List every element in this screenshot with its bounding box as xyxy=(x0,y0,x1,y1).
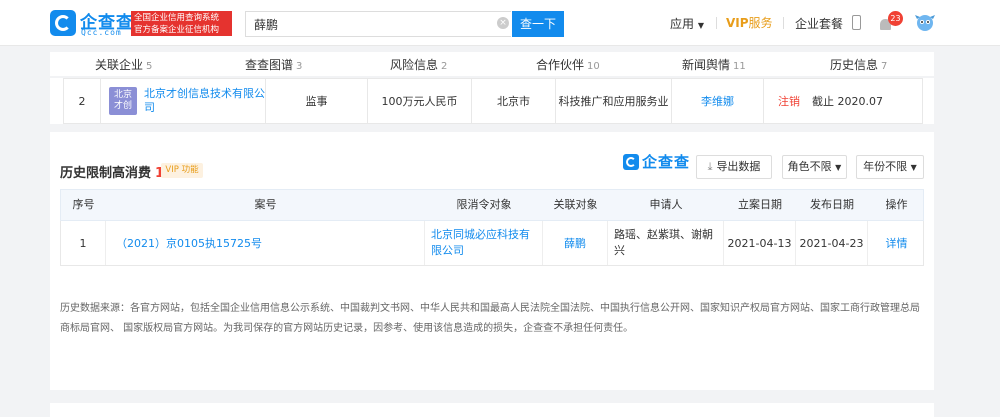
case-no-link[interactable]: （2021）京0105执15725号 xyxy=(106,221,425,265)
status-cell: 注销 截止 2020.07 xyxy=(764,79,924,123)
search-input[interactable] xyxy=(254,17,474,31)
section-title: 历史限制高消费 1 xyxy=(60,162,164,181)
company-cell: 北京 才创 北京才创信息技术有限公司 xyxy=(101,79,266,123)
role-filter-dropdown[interactable]: 角色不限 ▼ xyxy=(782,155,847,179)
industry-cell: 科技推广和应用服务业 xyxy=(556,79,672,123)
applicant-cell: 路瑶、赵紫琪、谢朝兴 xyxy=(608,221,724,265)
th-case-no: 案号 xyxy=(254,198,277,211)
person-link[interactable]: 李维娜 xyxy=(672,79,764,123)
brand-domain: Qcc.com xyxy=(81,28,122,37)
export-label: 导出数据 xyxy=(716,160,761,173)
tab-count: 2 xyxy=(441,61,448,72)
company-logo-text: 北京 xyxy=(113,90,132,100)
vip-feature-badge: VIP 功能 xyxy=(161,163,203,178)
related-cell: 薛鹏 xyxy=(543,221,608,265)
th-published-date: 发布日期 xyxy=(810,198,854,211)
th-index: 序号 xyxy=(72,198,95,211)
region-cell: 北京市 xyxy=(472,79,556,123)
nav-enterprise-plan[interactable]: 企业套餐 xyxy=(795,15,843,32)
tab-label: 风险信息 xyxy=(390,58,439,72)
year-filter-label: 年份不限 xyxy=(863,160,908,173)
row-index: 2 xyxy=(64,79,101,123)
chevron-down-icon: ▼ xyxy=(835,163,842,172)
nav-divider xyxy=(783,17,784,29)
detail-cell: 详情 xyxy=(868,221,925,265)
clear-icon[interactable]: × xyxy=(497,17,509,29)
until-date: 截止 2020.07 xyxy=(812,95,883,108)
top-header: 企查查 Qcc.com 全国企业信用查询系统 官方备案企业征信机构 × 查一下 … xyxy=(0,0,1000,46)
table-row: 1 （2021）京0105执15725号 北京同城必应科技有限公司 薛鹏 路瑶、… xyxy=(60,221,924,266)
qcc-logo-icon[interactable] xyxy=(50,10,76,36)
company-logo-text: 才创 xyxy=(113,101,132,111)
search-box xyxy=(245,11,511,37)
status-badge: 注销 xyxy=(778,95,800,108)
credit-tag-line1: 全国企业信用查询系统 xyxy=(134,13,220,23)
company-link[interactable]: 北京才创信息技术有限公司 xyxy=(144,87,265,115)
credit-tag-line2: 官方备案企业征信机构 xyxy=(134,25,220,35)
year-filter-dropdown[interactable]: 年份不限 ▼ xyxy=(856,155,924,179)
tab-count: 10 xyxy=(587,61,600,72)
tab-label: 关联企业 xyxy=(95,58,144,72)
tab-history[interactable]: 历史信息 7 xyxy=(830,56,887,73)
applicant-text: 路瑶、赵紫琪、谢朝兴 xyxy=(614,228,713,257)
table-row: 2 北京 才创 北京才创信息技术有限公司 监事 100万元人民币 北京市 科技推广… xyxy=(63,78,923,124)
tab-news[interactable]: 新闻舆情 11 xyxy=(682,56,746,73)
capital-cell: 100万元人民币 xyxy=(368,79,472,123)
nav-divider xyxy=(716,17,717,29)
tab-graph[interactable]: 查查图谱 3 xyxy=(245,56,302,73)
vip-label: VIP xyxy=(726,16,749,30)
credit-tag: 全国企业信用查询系统 官方备案企业征信机构 xyxy=(131,11,232,36)
th-target: 限消令对象 xyxy=(456,198,512,211)
th-applicant: 申请人 xyxy=(649,198,683,211)
phone-icon[interactable] xyxy=(852,15,861,30)
vip-suffix: 服务 xyxy=(748,16,773,30)
target-company-link[interactable]: 北京同城必应科技有限公司 xyxy=(425,227,542,259)
tab-count: 5 xyxy=(146,61,153,72)
th-filed-date: 立案日期 xyxy=(738,198,782,211)
table-header: 序号 案号 限消令对象 关联对象 申请人 立案日期 发布日期 操作 xyxy=(60,189,924,221)
restriction-card: 历史限制高消费 1 VIP 功能 企查查 ⤓ 导出数据 角色不限 ▼ 年份不限 ▼ … xyxy=(50,132,934,390)
chevron-down-icon: ▼ xyxy=(697,21,704,30)
related-person-link[interactable]: 薛鹏 xyxy=(564,235,586,251)
company-logo: 北京 才创 xyxy=(109,87,137,115)
chevron-down-icon: ▼ xyxy=(910,163,917,172)
download-icon: ⤓ xyxy=(707,160,713,173)
tab-risk[interactable]: 风险信息 2 xyxy=(390,56,447,73)
tab-related-companies[interactable]: 关联企业 5 xyxy=(95,56,152,73)
notification-badge: 23 xyxy=(888,11,903,26)
mini-brand: 企查查 xyxy=(642,153,691,171)
tab-count: 11 xyxy=(733,61,746,72)
detail-link[interactable]: 详情 xyxy=(886,235,908,251)
row-index: 1 xyxy=(61,221,106,265)
filed-date: 2021-04-13 xyxy=(724,221,796,265)
tab-label: 查查图谱 xyxy=(245,58,294,72)
tab-label: 新闻舆情 xyxy=(682,58,731,72)
nav-app-label: 应用 xyxy=(670,17,695,31)
role-filter-label: 角色不限 xyxy=(787,160,832,173)
tab-count: 7 xyxy=(881,61,888,72)
th-action: 操作 xyxy=(885,198,908,211)
th-related: 关联对象 xyxy=(553,198,598,211)
tab-label: 合作伙伴 xyxy=(536,58,585,72)
tab-partners[interactable]: 合作伙伴 10 xyxy=(536,56,600,73)
next-section-card xyxy=(50,403,934,417)
search-button[interactable]: 查一下 xyxy=(512,11,564,37)
tab-label: 历史信息 xyxy=(830,58,879,72)
nav-vip-service[interactable]: VIP服务 xyxy=(726,14,773,31)
tab-count: 3 xyxy=(296,61,303,72)
section-title-text: 历史限制高消费 xyxy=(60,166,152,181)
qcc-mini-logo-icon xyxy=(623,154,639,170)
role-cell: 监事 xyxy=(266,79,368,123)
avatar[interactable] xyxy=(914,13,936,33)
data-source-note: 历史数据来源：各官方网站，包括全国企业信用信息公示系统、中国裁判文书网、中华人民… xyxy=(60,303,920,334)
export-button[interactable]: ⤓ 导出数据 xyxy=(696,155,772,179)
nav-app-menu[interactable]: 应用 ▼ xyxy=(670,15,704,32)
published-date: 2021-04-23 xyxy=(796,221,868,265)
section-tabs: 关联企业 5 查查图谱 3 风险信息 2 合作伙伴 10 新闻舆情 11 历史信息 7 xyxy=(50,52,934,76)
partner-table: 2 北京 才创 北京才创信息技术有限公司 监事 100万元人民币 北京市 科技推广… xyxy=(50,78,934,124)
case-no-text[interactable]: （2021）京0105执15725号 xyxy=(116,235,262,251)
target-cell: 北京同城必应科技有限公司 xyxy=(425,221,543,265)
